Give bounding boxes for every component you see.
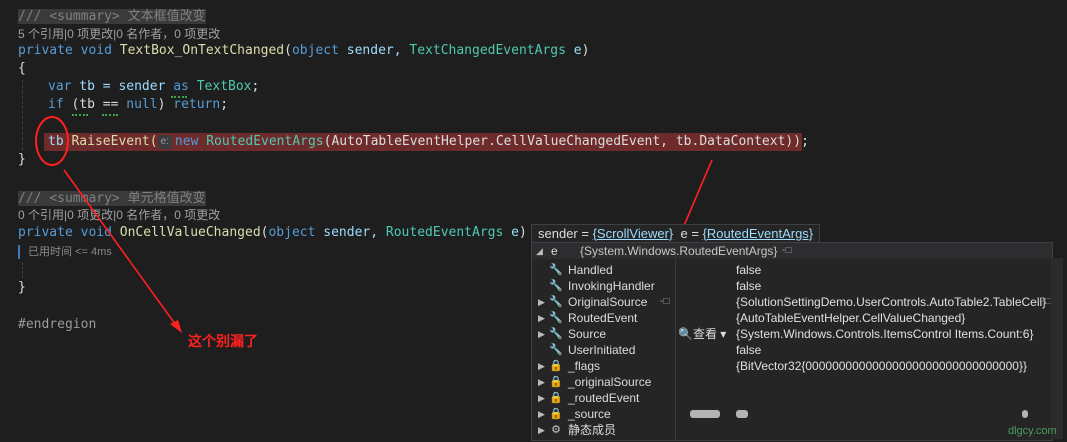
view-visualizer-button[interactable]: 🔍查看 ▾	[678, 326, 726, 342]
watch-row[interactable]: 🔧 Handled false	[532, 262, 1052, 278]
pin-icon[interactable]: -□	[1042, 294, 1051, 310]
expand-arrow-icon[interactable]: ▶	[538, 390, 545, 406]
datatip-expanded-panel[interactable]: ◢ e {System.Windows.RoutedEventArgs} -□ …	[531, 242, 1053, 441]
expand-arrow-icon[interactable]: ▶	[538, 294, 545, 310]
field-lock-icon: 🔒	[549, 376, 563, 388]
code-line-var-tb: var tb = sender as TextBox;	[48, 79, 260, 94]
watch-row[interactable]: ▶ 🔒 _source	[532, 406, 1052, 422]
field-lock-icon: 🔒	[549, 360, 563, 372]
watch-row[interactable]: ▶ 🔧 Source 🔍查看 ▾ {System.Windows.Control…	[532, 326, 1052, 342]
codelens-references-2[interactable]: 0 个引用|0 项更改|0 名作者，0 项更改	[18, 207, 220, 223]
watch-row[interactable]: 🔧 InvokingHandler false	[532, 278, 1052, 294]
expand-arrow-icon[interactable]: ▶	[538, 326, 545, 342]
obscured-value	[690, 410, 720, 418]
watch-row[interactable]: 🔧 UserInitiated false	[532, 342, 1052, 358]
pin-icon[interactable]: -□	[782, 243, 791, 259]
current-line-marker	[18, 245, 20, 260]
datatip-sender-value[interactable]: {ScrollViewer}	[593, 226, 674, 241]
pin-icon[interactable]: -□	[660, 294, 669, 310]
expand-arrow-icon[interactable]: ▶	[538, 310, 545, 326]
method-signature-2: private void OnCellValueChanged(object s…	[18, 225, 527, 240]
suggestion-squiggle	[102, 112, 118, 116]
obscured-value	[736, 410, 748, 418]
obscured-value	[1022, 410, 1028, 418]
codelens-references[interactable]: 5 个引用|0 项更改|0 名作者，0 项更改	[18, 26, 220, 42]
watermark: dlgcy.com	[1008, 425, 1057, 437]
datatip-root-row[interactable]: ◢ e {System.Windows.RoutedEventArgs} -□	[532, 243, 1052, 259]
indent-guide	[22, 80, 23, 150]
wrench-icon: 🔧	[549, 264, 563, 276]
wrench-icon: 🔧	[549, 328, 563, 340]
datatip-e-value[interactable]: {RoutedEventArgs}	[703, 226, 814, 241]
static-members-icon: ⚙	[551, 424, 561, 436]
open-brace: {	[18, 61, 26, 76]
expand-arrow-icon[interactable]: ▶	[538, 406, 545, 422]
wrench-icon: 🔧	[549, 312, 563, 324]
field-lock-icon: 🔒	[549, 392, 563, 404]
wrench-icon: 🔧	[549, 344, 563, 356]
expand-arrow-icon[interactable]: ▶	[538, 422, 545, 438]
watch-row[interactable]: ▶ 🔧 OriginalSource -□ {SolutionSettingDe…	[532, 294, 1052, 310]
annotation-arrowhead-left	[170, 320, 182, 333]
summary-comment-2: /// <summary> 单元格值改变	[18, 191, 206, 206]
watch-row[interactable]: ▶ 🔒 _originalSource	[532, 374, 1052, 390]
endregion-directive: #endregion	[18, 317, 97, 332]
expand-arrow-icon[interactable]: ▶	[538, 374, 545, 390]
close-brace-2: }	[18, 280, 26, 295]
code-line-raise-event: tb.RaiseEvent(e: new RoutedEventArgs(Auto…	[48, 134, 809, 149]
watch-row[interactable]: ▶ ⚙ 静态成员	[532, 422, 1052, 438]
close-brace: }	[18, 152, 26, 167]
collapse-arrow-icon[interactable]: ◢	[536, 243, 543, 259]
parameter-inlay-hint: e:	[157, 135, 172, 149]
summary-comment: /// <summary> 文本框值改变	[18, 9, 206, 24]
watch-row[interactable]: ▶ 🔧 RoutedEvent {AutoTableEventHelper.Ce…	[532, 310, 1052, 326]
watch-row[interactable]: ▶ 🔒 _routedEvent	[532, 390, 1052, 406]
scrollbar[interactable]	[1051, 258, 1063, 439]
expand-arrow-icon[interactable]: ▶	[538, 358, 545, 374]
watch-row[interactable]: ▶ 🔒 _flags {BitVector32{0000000000000000…	[532, 358, 1052, 374]
wrench-icon: 🔧	[549, 280, 563, 292]
suggestion-squiggle	[72, 112, 88, 116]
wrench-icon: 🔧	[549, 296, 563, 308]
field-lock-icon: 🔒	[549, 408, 563, 420]
datatip-parameters[interactable]: sender = {ScrollViewer} e = {RoutedEvent…	[531, 224, 821, 244]
elapsed-time-label: 已用时间 <= 4ms	[28, 246, 112, 258]
indent-guide	[22, 262, 23, 278]
method-signature: private void TextBox_OnTextChanged(objec…	[18, 43, 590, 58]
perf-tip-elapsed[interactable]: 已用时间 <= 4ms	[18, 244, 112, 260]
annotation-text: 这个别漏了	[188, 333, 258, 349]
